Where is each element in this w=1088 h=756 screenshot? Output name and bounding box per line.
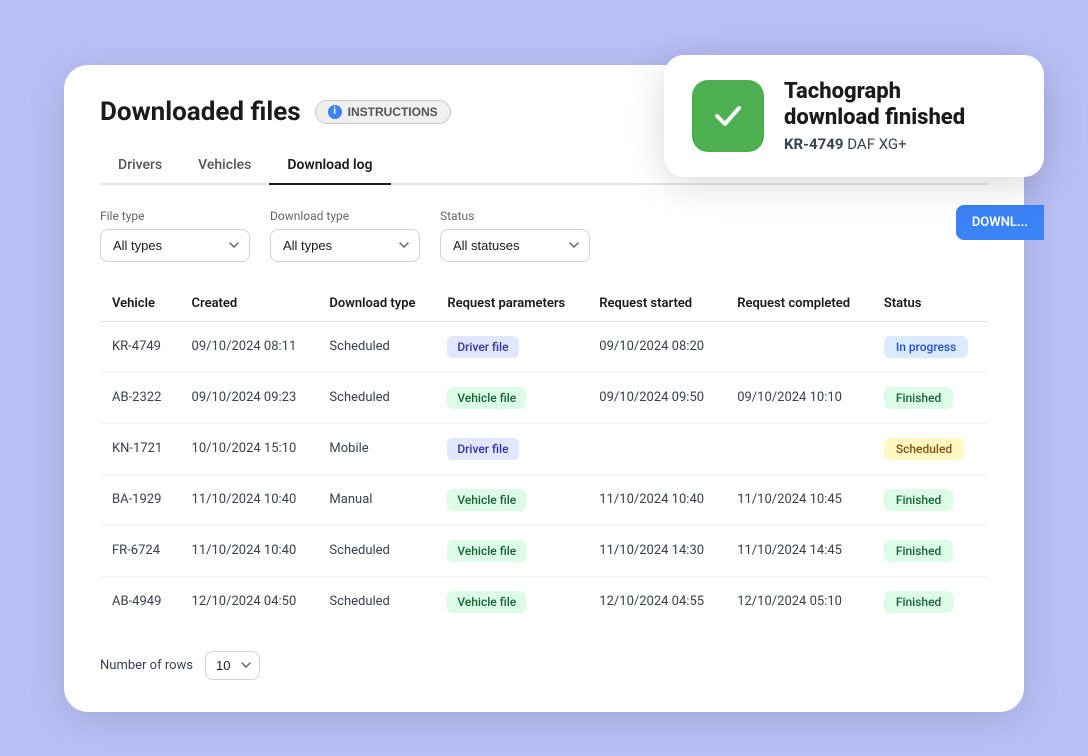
status-select[interactable]: All statuses xyxy=(440,229,590,262)
info-icon: i xyxy=(328,105,342,119)
cell-request-params: Vehicle file xyxy=(435,474,587,525)
notification-subtitle: KR-4749 DAF XG+ xyxy=(784,135,965,153)
filter-download-type: Download type All types xyxy=(270,209,420,262)
cell-request-completed: 09/10/2024 10:10 xyxy=(725,372,872,423)
cell-request-started: 09/10/2024 08:20 xyxy=(587,321,725,372)
status-filter-label: Status xyxy=(440,209,590,223)
cell-created: 11/10/2024 10:40 xyxy=(180,525,318,576)
col-created: Created xyxy=(180,286,318,322)
instructions-button[interactable]: i INSTRUCTIONS xyxy=(315,100,451,124)
cell-vehicle: KR-4749 xyxy=(100,321,180,372)
cell-status: Finished xyxy=(872,525,988,576)
cell-created: 10/10/2024 15:10 xyxy=(180,423,318,474)
tab-drivers[interactable]: Drivers xyxy=(100,147,180,185)
cell-request-started xyxy=(587,423,725,474)
filters-row: File type All types Download type All ty… xyxy=(100,209,988,262)
cell-request-completed: 11/10/2024 10:45 xyxy=(725,474,872,525)
instructions-label: INSTRUCTIONS xyxy=(348,105,438,119)
table-header-row: Vehicle Created Download type Request pa… xyxy=(100,286,988,322)
table-footer: Number of rows 10 xyxy=(100,651,988,680)
cell-request-params: Vehicle file xyxy=(435,372,587,423)
cell-download-type: Scheduled xyxy=(317,576,435,627)
download-type-select[interactable]: All types xyxy=(270,229,420,262)
file-type-select[interactable]: All types xyxy=(100,229,250,262)
notification-icon xyxy=(692,80,764,152)
download-log-table: Vehicle Created Download type Request pa… xyxy=(100,286,988,627)
cell-download-type: Scheduled xyxy=(317,525,435,576)
cell-request-completed xyxy=(725,423,872,474)
table-row: AB-2322 09/10/2024 09:23 Scheduled Vehic… xyxy=(100,372,988,423)
table-row: FR-6724 11/10/2024 10:40 Scheduled Vehic… xyxy=(100,525,988,576)
col-request-started: Request started xyxy=(587,286,725,322)
table-row: BA-1929 11/10/2024 10:40 Manual Vehicle … xyxy=(100,474,988,525)
cell-created: 12/10/2024 04:50 xyxy=(180,576,318,627)
cell-request-completed: 11/10/2024 14:45 xyxy=(725,525,872,576)
download-type-label: Download type xyxy=(270,209,420,223)
cell-request-params: Vehicle file xyxy=(435,576,587,627)
cell-request-completed: 12/10/2024 05:10 xyxy=(725,576,872,627)
notification-text: Tachographdownload finished KR-4749 DAF … xyxy=(784,79,965,154)
cell-download-type: Manual xyxy=(317,474,435,525)
file-type-label: File type xyxy=(100,209,250,223)
cell-download-type: Scheduled xyxy=(317,372,435,423)
cell-request-params: Driver file xyxy=(435,423,587,474)
cell-vehicle: AB-2322 xyxy=(100,372,180,423)
cell-vehicle: FR-6724 xyxy=(100,525,180,576)
col-download-type: Download type xyxy=(317,286,435,322)
col-request-completed: Request completed xyxy=(725,286,872,322)
data-table-container: Vehicle Created Download type Request pa… xyxy=(100,286,988,627)
cell-request-started: 11/10/2024 14:30 xyxy=(587,525,725,576)
cell-status: Finished xyxy=(872,474,988,525)
table-row: AB-4949 12/10/2024 04:50 Scheduled Vehic… xyxy=(100,576,988,627)
cell-request-started: 09/10/2024 09:50 xyxy=(587,372,725,423)
checkmark-icon xyxy=(710,98,746,134)
tab-vehicles[interactable]: Vehicles xyxy=(180,147,269,185)
notification-card: Tachographdownload finished KR-4749 DAF … xyxy=(664,55,1044,178)
cell-vehicle: BA-1929 xyxy=(100,474,180,525)
col-vehicle: Vehicle xyxy=(100,286,180,322)
col-status: Status xyxy=(872,286,988,322)
cell-created: 09/10/2024 08:11 xyxy=(180,321,318,372)
col-request-params: Request parameters xyxy=(435,286,587,322)
cell-request-params: Vehicle file xyxy=(435,525,587,576)
download-bar: DOWNL... xyxy=(956,205,1044,240)
cell-download-type: Scheduled xyxy=(317,321,435,372)
cell-vehicle: KN-1721 xyxy=(100,423,180,474)
rows-per-page-select[interactable]: 10 xyxy=(205,651,260,680)
page-title: Downloaded files xyxy=(100,97,301,127)
cell-status: In progress xyxy=(872,321,988,372)
cell-created: 09/10/2024 09:23 xyxy=(180,372,318,423)
filter-status: Status All statuses xyxy=(440,209,590,262)
cell-status: Finished xyxy=(872,372,988,423)
notification-title: Tachographdownload finished xyxy=(784,79,965,132)
table-row: KN-1721 10/10/2024 15:10 Mobile Driver f… xyxy=(100,423,988,474)
cell-request-completed xyxy=(725,321,872,372)
cell-request-started: 12/10/2024 04:55 xyxy=(587,576,725,627)
cell-download-type: Mobile xyxy=(317,423,435,474)
cell-vehicle: AB-4949 xyxy=(100,576,180,627)
main-card: Tachographdownload finished KR-4749 DAF … xyxy=(64,65,1024,712)
table-row: KR-4749 09/10/2024 08:11 Scheduled Drive… xyxy=(100,321,988,372)
tab-download-log[interactable]: Download log xyxy=(269,147,390,185)
cell-status: Finished xyxy=(872,576,988,627)
rows-label: Number of rows xyxy=(100,658,193,673)
cell-created: 11/10/2024 10:40 xyxy=(180,474,318,525)
cell-status: Scheduled xyxy=(872,423,988,474)
filter-file-type: File type All types xyxy=(100,209,250,262)
cell-request-params: Driver file xyxy=(435,321,587,372)
cell-request-started: 11/10/2024 10:40 xyxy=(587,474,725,525)
